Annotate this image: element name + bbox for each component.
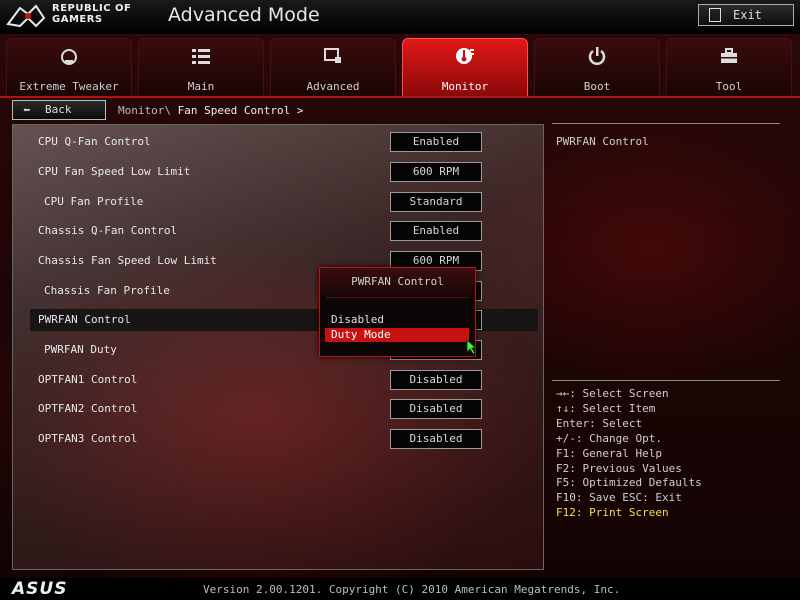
back-button[interactable]: ⬅ Back bbox=[12, 100, 106, 120]
tab-extreme-tweaker[interactable]: Extreme Tweaker bbox=[6, 38, 132, 97]
breadcrumb-path[interactable]: Monitor\ bbox=[118, 104, 171, 117]
setting-cpu-qfan-control[interactable]: CPU Q-Fan Control Enabled bbox=[30, 131, 538, 153]
help-panel-top-divider bbox=[552, 123, 780, 124]
thermometer-fan-icon bbox=[456, 48, 474, 64]
help-panel-bottom-divider bbox=[552, 380, 780, 381]
tab-monitor[interactable]: Monitor bbox=[402, 38, 528, 97]
setting-value[interactable]: 600 RPM bbox=[390, 162, 482, 182]
tab-label: Main bbox=[187, 80, 215, 93]
tab-boot[interactable]: Boot bbox=[534, 38, 660, 97]
setting-label: OPTFAN1 Control bbox=[38, 373, 138, 386]
setting-optfan1-control[interactable]: OPTFAN1 Control Disabled bbox=[30, 369, 538, 391]
back-arrow-icon: ⬅ bbox=[23, 103, 31, 117]
tab-label: Tool bbox=[715, 80, 743, 93]
setting-value[interactable]: Disabled bbox=[390, 370, 482, 390]
setting-label: CPU Q-Fan Control bbox=[38, 135, 151, 148]
popup-divider bbox=[326, 297, 469, 298]
help-key-f12: F12: Print Screen bbox=[556, 506, 669, 519]
setting-label: PWRFAN Duty bbox=[44, 343, 117, 356]
tab-main[interactable]: Main bbox=[138, 38, 264, 97]
setting-label: Chassis Fan Profile bbox=[44, 284, 170, 297]
popup-title: PWRFAN Control bbox=[320, 268, 475, 296]
tab-tool[interactable]: Tool bbox=[666, 38, 792, 97]
version-text: Version 2.00.1201. Copyright (C) 2010 Am… bbox=[203, 583, 621, 596]
setting-value[interactable]: Standard bbox=[390, 192, 482, 212]
title-bar: REPUBLIC OF GAMERS Advanced Mode Exit bbox=[0, 0, 800, 35]
tab-underline bbox=[0, 96, 800, 98]
setting-label: OPTFAN2 Control bbox=[38, 402, 138, 415]
brand-name: REPUBLIC OF GAMERS bbox=[52, 3, 131, 25]
setting-label: Chassis Fan Speed Low Limit bbox=[38, 254, 217, 267]
chip-icon bbox=[324, 48, 341, 63]
tab-label: Extreme Tweaker bbox=[19, 80, 119, 93]
back-label: Back bbox=[45, 103, 72, 116]
list-icon bbox=[192, 49, 210, 64]
setting-label: CPU Fan Speed Low Limit bbox=[38, 165, 191, 178]
setting-chassis-qfan-control[interactable]: Chassis Q-Fan Control Enabled bbox=[30, 220, 538, 242]
exit-button[interactable]: Exit bbox=[698, 4, 794, 26]
tab-label: Advanced bbox=[306, 80, 360, 93]
setting-value[interactable]: Enabled bbox=[390, 221, 482, 241]
setting-optfan2-control[interactable]: OPTFAN2 Control Disabled bbox=[30, 398, 538, 420]
help-key-f2: F2: Previous Values bbox=[556, 462, 682, 475]
help-key-change-opt: +/-: Change Opt. bbox=[556, 432, 662, 445]
asus-logo: ASUS bbox=[12, 579, 68, 599]
help-key-enter: Enter: Select bbox=[556, 417, 643, 430]
breadcrumb-current: Fan Speed Control > bbox=[177, 104, 304, 117]
help-key-select-item: ↑↓: Select Item bbox=[556, 402, 656, 415]
exit-label: Exit bbox=[733, 8, 762, 22]
tab-label: Monitor bbox=[441, 80, 489, 93]
toolbox-icon bbox=[721, 48, 737, 63]
setting-value[interactable]: Disabled bbox=[390, 399, 482, 419]
speedometer-icon bbox=[61, 49, 77, 65]
exit-door-icon bbox=[709, 8, 721, 22]
setting-label: PWRFAN Control bbox=[38, 313, 131, 326]
setting-value[interactable]: Disabled bbox=[390, 429, 482, 449]
help-panel-title: PWRFAN Control bbox=[556, 135, 649, 148]
setting-optfan3-control[interactable]: OPTFAN3 Control Disabled bbox=[30, 428, 538, 450]
page-title: Advanced Mode bbox=[168, 4, 320, 26]
setting-label: Chassis Q-Fan Control bbox=[38, 224, 178, 237]
help-key-f10-esc: F10: Save ESC: Exit bbox=[556, 491, 682, 504]
setting-label: CPU Fan Profile bbox=[44, 195, 144, 208]
popup-option-duty-mode[interactable]: Duty Mode bbox=[325, 328, 469, 342]
main-tabs: Extreme Tweaker Main Advanced Monitor Bo… bbox=[6, 38, 796, 98]
option-popup: PWRFAN Control Disabled Duty Mode bbox=[319, 267, 476, 357]
setting-label: OPTFAN3 Control bbox=[38, 432, 138, 445]
rog-logo-icon bbox=[6, 4, 46, 28]
breadcrumb: Monitor\ Fan Speed Control > bbox=[118, 104, 303, 117]
tab-label: Boot bbox=[583, 80, 611, 93]
mouse-cursor-icon bbox=[466, 339, 478, 355]
power-icon bbox=[588, 47, 606, 65]
help-key-select-screen: →←: Select Screen bbox=[556, 387, 669, 400]
setting-cpu-fan-speed-low-limit[interactable]: CPU Fan Speed Low Limit 600 RPM bbox=[30, 161, 538, 183]
popup-option-disabled[interactable]: Disabled bbox=[325, 313, 469, 327]
brand-line-2: GAMERS bbox=[52, 14, 103, 25]
brand-line-1: REPUBLIC OF bbox=[52, 3, 132, 14]
help-key-f1: F1: General Help bbox=[556, 447, 662, 460]
setting-value[interactable]: Enabled bbox=[390, 132, 482, 152]
tab-advanced[interactable]: Advanced bbox=[270, 38, 396, 97]
help-key-f5: F5: Optimized Defaults bbox=[556, 476, 702, 489]
setting-cpu-fan-profile[interactable]: CPU Fan Profile Standard bbox=[30, 191, 538, 213]
